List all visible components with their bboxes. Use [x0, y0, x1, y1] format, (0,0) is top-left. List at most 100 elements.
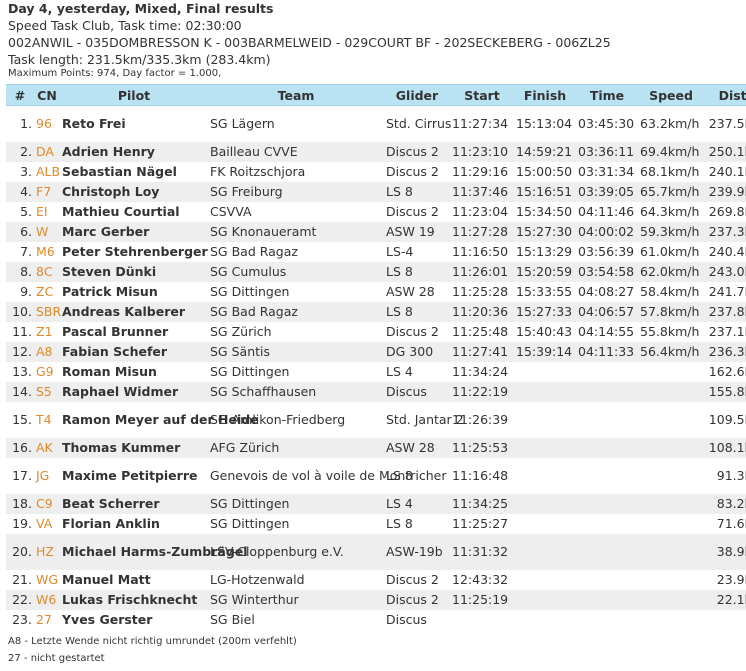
rank-cell: 4. — [6, 181, 34, 202]
speed-value — [638, 570, 704, 590]
speed-value: 58.4km/h — [640, 283, 700, 299]
table-row: 11. Z1 Pascal Brunner SG Zürich Discus 2 11:2… — [6, 322, 746, 342]
cn-link[interactable]: G9 — [34, 362, 60, 382]
task-route: 002ANWIL - 035DOMBRESSON K - 003BARMELWE… — [8, 35, 611, 50]
team-name: LSV-Cloppenburg e.V. — [208, 533, 384, 570]
pilot-name: Mathieu Courtial — [62, 203, 180, 219]
start-time: 11:34:25 — [450, 493, 514, 514]
max-points: Maximum Points: 974, Day factor = 1.000, — [8, 68, 222, 79]
cn-link[interactable]: 96 — [34, 106, 60, 142]
table-row: 14. S5 Raphael Widmer SG Schaffhausen Discus… — [6, 381, 746, 402]
table-row: 7. M6 Peter Stehrenberger SG Bad Ragaz LS-4 1… — [6, 242, 746, 262]
flight-time: 03:56:39 — [578, 243, 635, 259]
table-row: 12. A8 Fabian Schefer SG Säntis DG 300 11:27:… — [6, 341, 746, 362]
finish-time: 15:40:43 — [516, 323, 573, 339]
finish-time: 14:59:21 — [514, 141, 576, 162]
cn-link[interactable]: JG — [34, 458, 60, 494]
cn-link[interactable]: SBR — [34, 301, 61, 322]
cn-link[interactable]: Z1 — [34, 322, 60, 342]
table-row: 5. EI Mathieu Courtial CSVVA Discus 2 11:23:0… — [6, 202, 746, 222]
cn-link[interactable]: T4 — [34, 402, 60, 438]
cn-link[interactable]: WG — [34, 570, 60, 590]
team-name: SG Dittingen — [210, 515, 290, 531]
cn-link[interactable]: HZ — [34, 533, 60, 570]
pilot-name: Adrien Henry — [60, 141, 208, 162]
start-time: 11:27:41 — [450, 341, 514, 362]
finish-time: 15:33:55 — [516, 283, 573, 299]
rank-cell: 9. — [20, 283, 32, 299]
start-time: 12:43:32 — [452, 571, 509, 587]
col-team: Team — [208, 84, 384, 106]
flight-time — [576, 458, 638, 494]
cn-link[interactable]: VA — [34, 514, 60, 534]
team-name: SG Zürich — [210, 323, 272, 339]
table-row: 16. AK Thomas Kummer AFG Zürich ASW 28 11:25:… — [6, 437, 746, 458]
distance-value: 237.1km — [708, 323, 746, 339]
distance-value: 269.8km — [708, 203, 746, 219]
start-time: 11:26:39 — [452, 411, 509, 427]
glider-type: ASW 28 — [384, 437, 450, 458]
team-name: SG Amlikon-Friedberg — [210, 411, 346, 427]
cn-link[interactable]: M6 — [34, 242, 60, 262]
speed-value: 69.4km/h — [638, 141, 704, 162]
glider-type: Discus 2 — [384, 589, 450, 610]
cn-link[interactable]: EI — [34, 202, 60, 222]
finish-time — [514, 610, 576, 630]
pilot-name: Florian Anklin — [62, 515, 160, 531]
cn-link[interactable]: A8 — [34, 341, 60, 362]
team-name: Genevois de vol à voile de Montricher — [210, 467, 447, 483]
speed-value — [638, 610, 704, 630]
glider-type: LS 8 — [384, 261, 450, 282]
flight-time — [576, 610, 638, 630]
task-info: Speed Task Club, Task time: 02:30:00 — [8, 18, 242, 33]
pilot-name: Peter Stehrenberger — [62, 243, 208, 259]
team-name: LG-Hotzenwald — [210, 571, 305, 587]
pilot-name: Steven Dünki — [60, 261, 208, 282]
cn-link[interactable]: DA — [34, 141, 60, 162]
table-row: 4. F7 Christoph Loy SG Freiburg LS 8 11:37:46… — [6, 181, 746, 202]
cn-link[interactable]: AK — [34, 437, 60, 458]
finish-time: 15:27:33 — [514, 301, 576, 322]
start-time: 11:31:32 — [450, 533, 514, 570]
start-time: 11:20:36 — [450, 301, 514, 322]
table-row: 23. 27 Yves Gerster SG Biel Discus — [6, 610, 746, 630]
cn-link[interactable]: 8C — [34, 261, 60, 282]
pilot-name: Raphael Widmer — [60, 381, 208, 402]
team-name: SG Freiburg — [208, 181, 384, 202]
start-time: 11:16:50 — [452, 243, 509, 259]
rank-cell: 3. — [20, 163, 32, 179]
distance-value: 23.9km — [716, 571, 746, 587]
flight-time — [576, 533, 638, 570]
team-name: SG Säntis — [208, 341, 384, 362]
finish-time — [514, 458, 576, 494]
cn-link[interactable]: F7 — [34, 181, 60, 202]
rank-cell: 19. — [12, 515, 32, 531]
cn-link[interactable]: ALB — [34, 162, 60, 182]
distance-value: 237.8km — [704, 301, 746, 322]
rank-cell: 8. — [6, 261, 34, 282]
cn-link[interactable]: W — [34, 221, 60, 242]
cn-link[interactable]: 27 — [34, 610, 60, 630]
rank-cell: 16. — [6, 437, 34, 458]
pilot-name: Thomas Kummer — [60, 437, 208, 458]
speed-value: 56.4km/h — [638, 341, 704, 362]
table-row: 10. SBR Andreas Kalberer SG Bad Ragaz LS 8 11… — [6, 301, 746, 322]
cn-link[interactable]: S5 — [34, 381, 60, 402]
cn-link[interactable]: C9 — [34, 493, 60, 514]
team-name: Bailleau CVVE — [208, 141, 384, 162]
speed-value — [638, 589, 704, 610]
pilot-name: Fabian Schefer — [60, 341, 208, 362]
page-title: Day 4, yesterday, Mixed, Final results — [8, 1, 274, 16]
flight-time: 04:11:33 — [576, 341, 638, 362]
cn-link[interactable]: ZC — [34, 282, 60, 302]
cn-link[interactable]: W6 — [34, 589, 60, 610]
table-row: 1. 96 Reto Frei SG Lägern Std. Cirrus 11:27:3… — [6, 106, 746, 142]
start-time: 11:25:48 — [452, 323, 509, 339]
pilot-name: Roman Misun — [62, 363, 157, 379]
col-start: Start — [450, 84, 514, 106]
speed-value: 57.8km/h — [638, 301, 704, 322]
rank-cell: 15. — [12, 411, 32, 427]
table-header-row: # CN Pilot Team Glider Start Finish Time… — [6, 84, 746, 106]
pilot-name: Manuel Matt — [62, 571, 151, 587]
finish-time — [514, 362, 576, 382]
